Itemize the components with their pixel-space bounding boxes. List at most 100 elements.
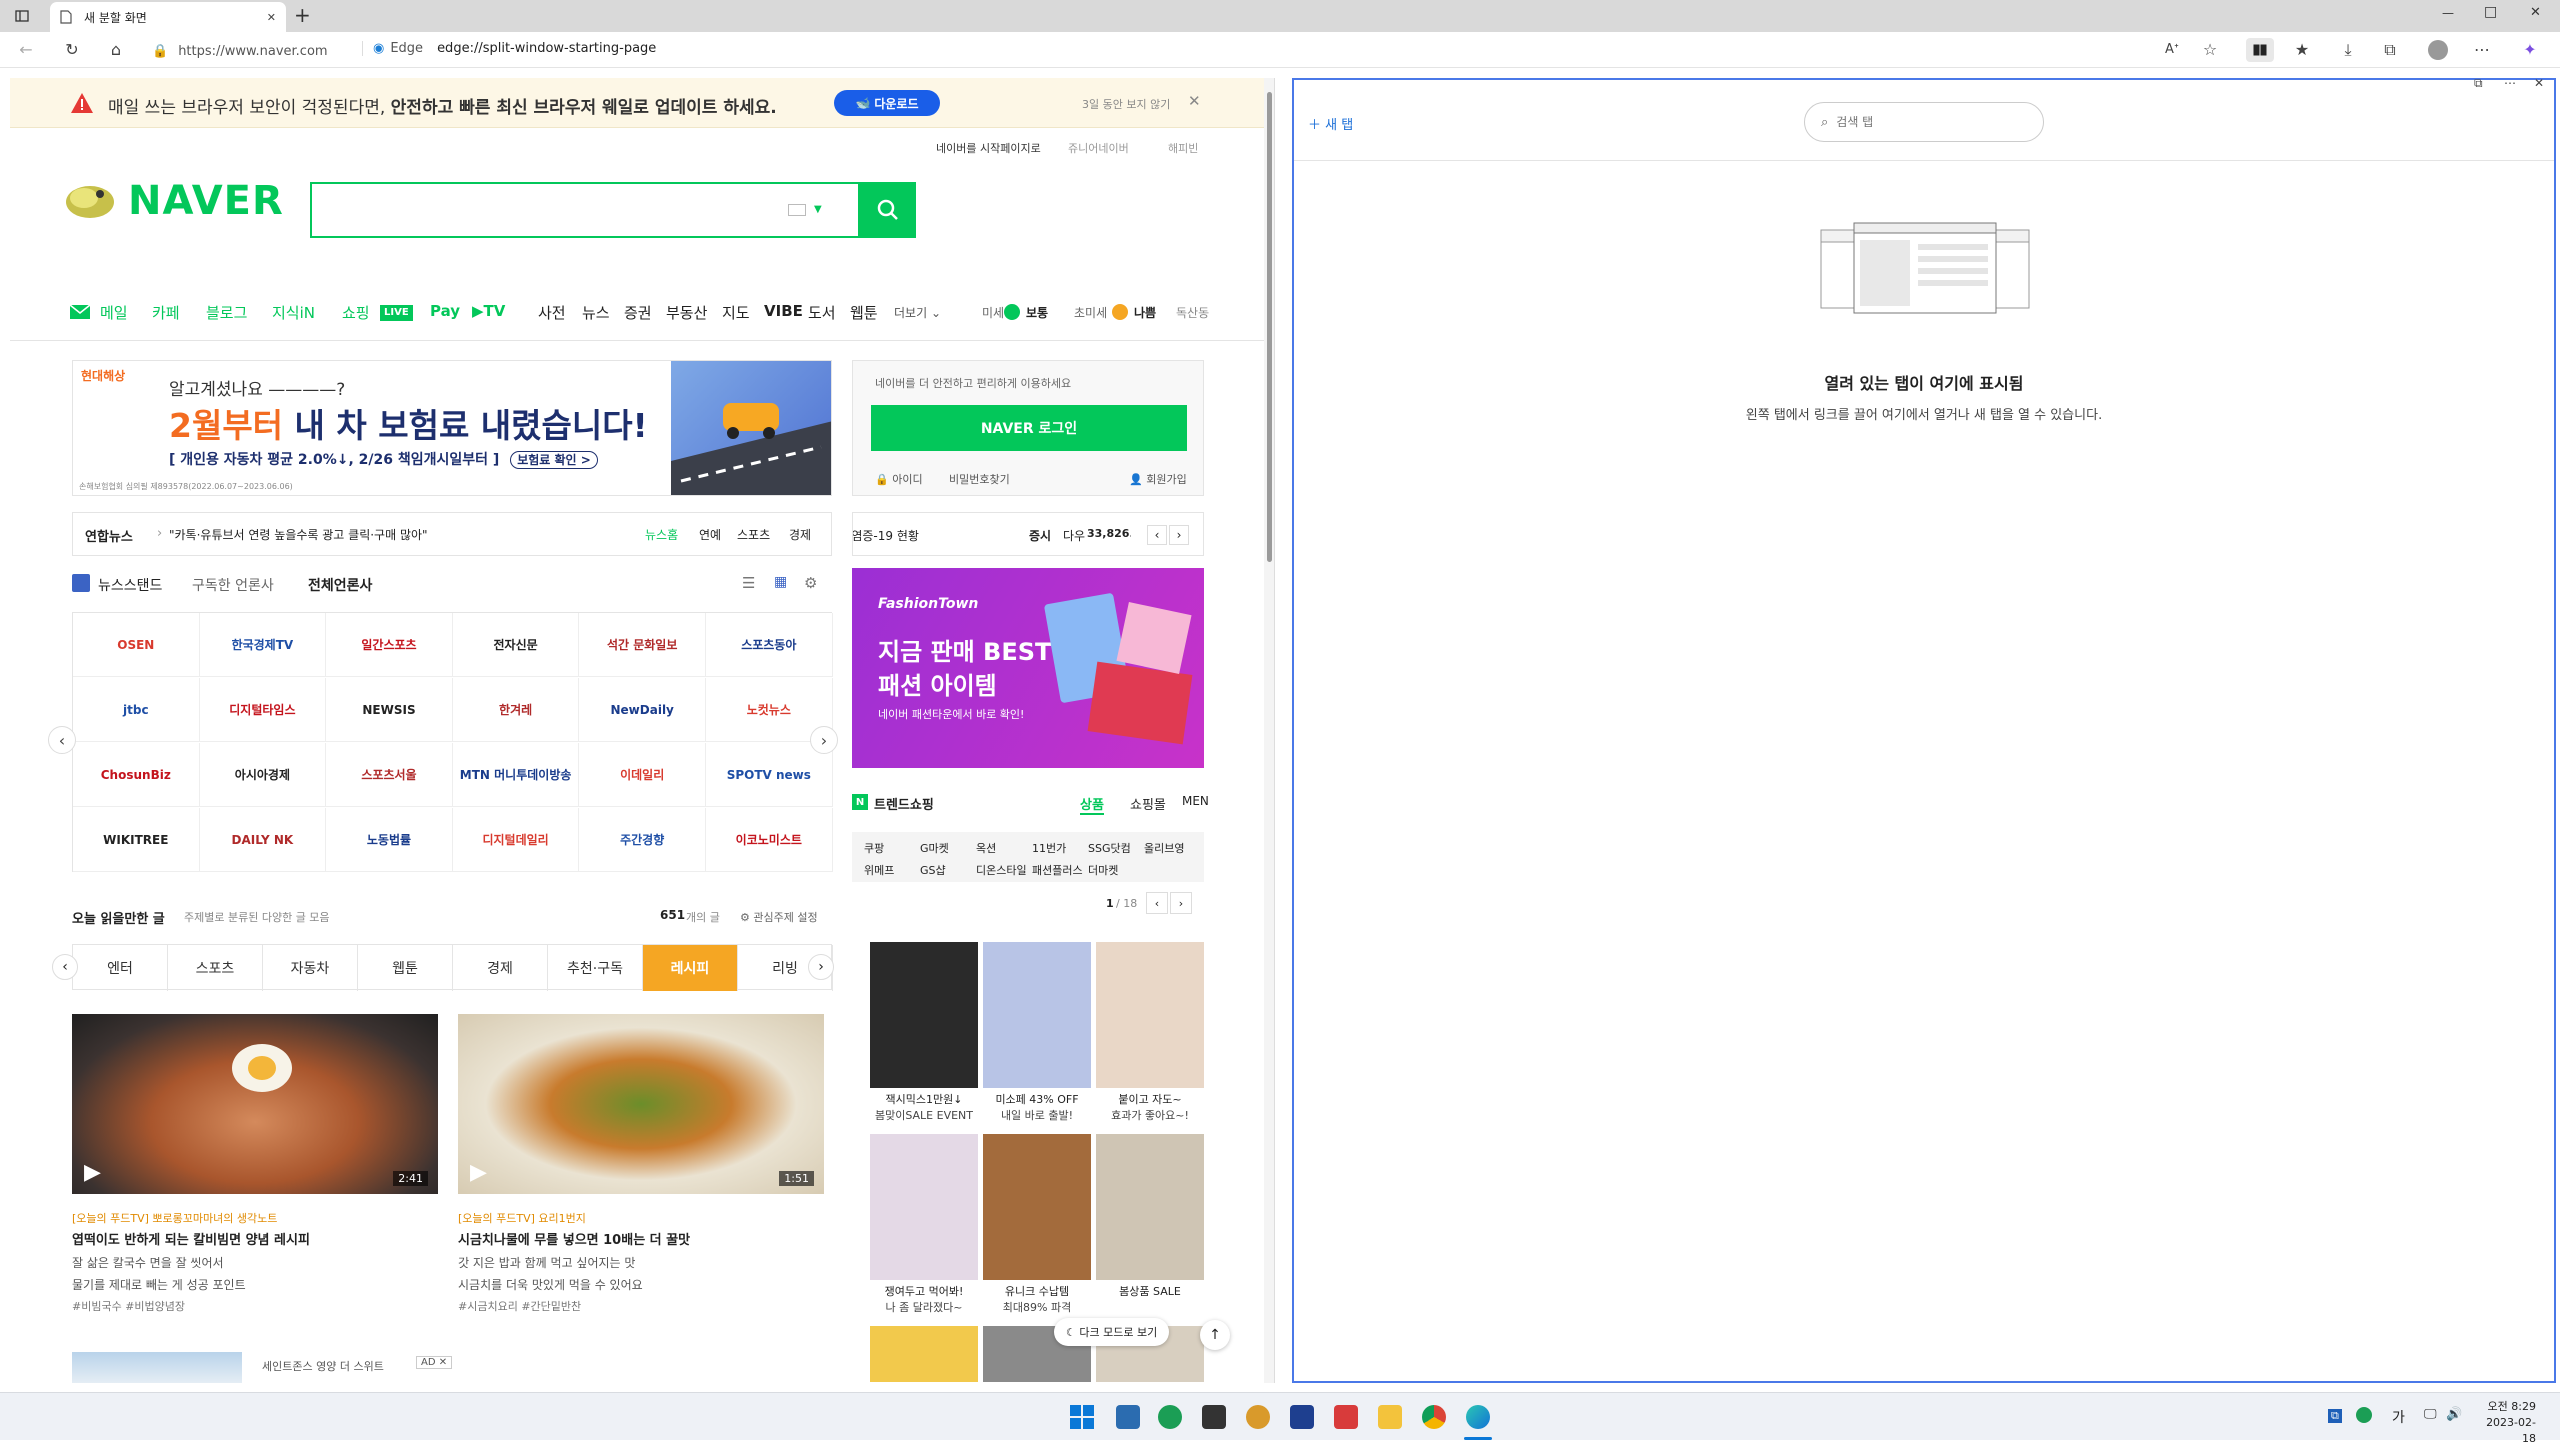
favorites-icon[interactable]: ★	[2292, 40, 2312, 60]
clapper-app-icon[interactable]	[1202, 1405, 1226, 1429]
naver-logo[interactable]: NAVER	[128, 178, 284, 224]
back-icon[interactable]: ←	[16, 40, 36, 60]
edge-taskbar-icon[interactable]	[1466, 1405, 1490, 1429]
nav-vibe[interactable]: VIBE	[764, 302, 803, 320]
press-logo[interactable]: SPOTV news	[706, 743, 833, 807]
network-icon[interactable]: 🖵	[2424, 1407, 2437, 1422]
maximize-button[interactable]: □	[2484, 4, 2497, 20]
nav-more[interactable]: 더보기 ⌄	[894, 304, 941, 321]
mall-link[interactable]: SSG닷컴	[1088, 840, 1131, 856]
product-image[interactable]	[870, 1326, 978, 1382]
press-logo[interactable]: NEWSIS	[326, 678, 453, 742]
recipe-video-thumb-2[interactable]: ▶ 1:51	[458, 1014, 824, 1194]
bottom-ad-image[interactable]	[72, 1352, 242, 1383]
press-logo[interactable]: jtbc	[73, 678, 200, 742]
mall-link[interactable]: 쿠팡	[864, 840, 884, 856]
chrome-icon[interactable]	[1422, 1405, 1446, 1429]
mall-link[interactable]: G마켓	[920, 840, 949, 856]
product-caption-sub[interactable]: 봄맞이SALE EVENT	[870, 1108, 978, 1124]
product-caption[interactable]: 잭시믹스1만원↓	[870, 1092, 978, 1108]
category-tab[interactable]: 웹툰	[358, 945, 453, 991]
tab-split-window[interactable]: 새 분할 화면 ✕	[50, 2, 286, 32]
press-logo[interactable]: 주간경향	[579, 808, 706, 872]
product-caption[interactable]: 쟁여두고 먹어봐!	[870, 1284, 978, 1300]
press-logo[interactable]: 스포츠동아	[706, 613, 833, 677]
dark-mode-toggle[interactable]: ☾ 다크 모드로 보기	[1054, 1318, 1170, 1346]
category-prev-button[interactable]: ‹	[52, 954, 78, 980]
nav-stock[interactable]: 증권	[624, 302, 652, 323]
signup-link[interactable]: 👤 회원가입	[1129, 471, 1187, 487]
tab-close-icon[interactable]: ✕	[267, 11, 276, 24]
mall-link[interactable]: 패션플러스	[1032, 862, 1083, 878]
mall-link[interactable]: 디온스타일	[976, 862, 1027, 878]
split-pane-more-icon[interactable]: ⋯	[2504, 76, 2516, 90]
volume-icon[interactable]: 🔊	[2446, 1407, 2462, 1422]
fashiontown-ad[interactable]: FashionTown 지금 판매 BEST 패션 아이템 네이버 패션타운에서…	[852, 568, 1204, 768]
find-id-link[interactable]: 🔒 아이디	[875, 471, 923, 487]
newsstand-prev-button[interactable]: ‹	[48, 726, 76, 754]
set-homepage-link[interactable]: 네이버를 시작페이지로	[936, 140, 1041, 156]
scroll-top-button[interactable]: ↑	[1200, 1320, 1230, 1350]
find-password-link[interactable]: 비밀번호찾기	[949, 471, 1010, 487]
product-image[interactable]	[983, 942, 1091, 1088]
downloads-icon[interactable]: ⤓	[2338, 40, 2358, 60]
nav-realestate[interactable]: 부동산	[666, 302, 707, 323]
nav-dictionary[interactable]: 사전	[538, 302, 566, 323]
stock-next-button[interactable]: ›	[1169, 525, 1189, 545]
newsstand-settings-icon[interactable]: ⚙	[804, 574, 817, 592]
weather-location[interactable]: 독산동	[1176, 304, 1209, 321]
trend-tab-malls[interactable]: 쇼핑몰	[1130, 794, 1166, 813]
list-view-icon[interactable]: ☰	[742, 574, 755, 592]
category-tab[interactable]: 추천·구독	[548, 945, 643, 991]
split-address-field[interactable]: ◉ Edge edge://split-window-starting-page	[362, 41, 656, 56]
naver-whale-logo-icon[interactable]	[60, 172, 120, 222]
press-logo[interactable]: OSEN	[73, 613, 200, 677]
split-new-tab-button[interactable]: ＋ 새 탭	[1308, 114, 1353, 133]
minimize-button[interactable]: —	[2442, 6, 2454, 20]
newsstand-next-button[interactable]: ›	[810, 726, 838, 754]
press-logo[interactable]: 디지털타임스	[199, 678, 327, 742]
press-logo[interactable]: 아시아경제	[199, 743, 327, 807]
windows-start-icon[interactable]	[1070, 1405, 1094, 1429]
nav-shopping[interactable]: 쇼핑	[342, 302, 370, 323]
green-app-icon[interactable]	[1158, 1405, 1182, 1429]
mall-link[interactable]: GS샵	[920, 862, 946, 878]
file-explorer-icon[interactable]	[1378, 1405, 1402, 1429]
newsstand-all[interactable]: 전체언론사	[308, 575, 372, 595]
category-tab[interactable]: 경제	[453, 945, 548, 991]
dropdown-arrow-icon[interactable]: ▼	[814, 204, 822, 215]
product-image[interactable]	[983, 1134, 1091, 1280]
mall-link[interactable]: 옥션	[976, 840, 996, 856]
keyboard-icon[interactable]	[788, 204, 806, 216]
ticker-tab-newshome[interactable]: 뉴스홈	[645, 526, 678, 543]
category-tab[interactable]: 레시피	[643, 945, 738, 991]
search-button[interactable]	[860, 182, 916, 238]
ad-badge[interactable]: AD ✕	[416, 1356, 453, 1369]
stock-prev-button[interactable]: ‹	[1147, 525, 1167, 545]
nav-tv[interactable]: ▶TV	[472, 302, 505, 320]
remote-desktop-icon[interactable]	[1116, 1405, 1140, 1429]
product-caption-sub[interactable]: 나 좀 달라졌다~	[870, 1300, 978, 1316]
new-tab-button[interactable]: +	[294, 3, 311, 27]
tray-green-icon[interactable]	[2356, 1407, 2372, 1423]
trend-tab-products[interactable]: 상품	[1080, 794, 1104, 815]
press-logo[interactable]: 스포츠서울	[326, 743, 453, 807]
trend-tab-men[interactable]: MEN	[1182, 794, 1209, 808]
trend-next-button[interactable]: ›	[1170, 892, 1192, 914]
nav-books[interactable]: 도서	[808, 302, 836, 323]
nav-blog[interactable]: 블로그	[206, 302, 247, 323]
search-input[interactable]	[322, 194, 762, 226]
extensions-icon[interactable]: ⧉	[2380, 40, 2400, 60]
tab-search-input[interactable]	[1836, 115, 2017, 129]
press-logo[interactable]: 일간스포츠	[326, 613, 453, 677]
refresh-icon[interactable]: ↻	[62, 40, 82, 60]
split-screen-icon[interactable]	[2246, 38, 2274, 62]
ticker-source[interactable]: 연합뉴스	[85, 526, 133, 545]
whale-download-button[interactable]: 🐋 다운로드	[834, 90, 940, 116]
interest-setting-link[interactable]: ⚙ 관심주제 설정	[740, 909, 818, 925]
mall-link[interactable]: 11번가	[1032, 840, 1066, 856]
product-caption-sub[interactable]: 최대89% 파격	[983, 1300, 1091, 1316]
home-icon[interactable]: ⌂	[106, 40, 126, 60]
naver-login-button[interactable]: NAVER 로그인	[871, 405, 1187, 451]
recipe-card-2-text[interactable]: [오늘의 푸드TV] 요리1번지 시금치나물에 무를 넣으면 10배는 더 꿀맛…	[458, 1208, 828, 1318]
